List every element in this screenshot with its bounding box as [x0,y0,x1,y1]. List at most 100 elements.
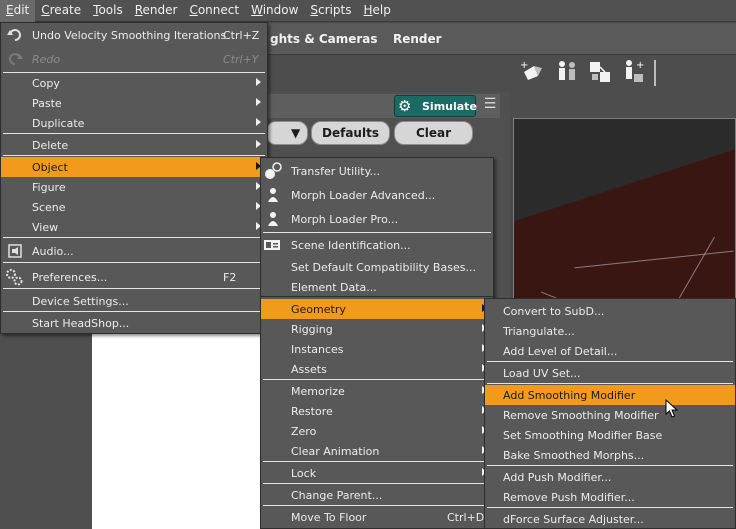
undo-icon [7,29,21,41]
menu-connect[interactable]: Connect [183,0,245,22]
menu-item-zero[interactable]: Zero [261,421,493,441]
menu-item-compat-bases[interactable]: Set Default Compatibility Bases... [261,257,493,277]
viewport-header [510,92,736,118]
menu-item-audio[interactable]: Audio... [1,241,267,261]
menu-item-restore[interactable]: Restore [261,401,493,421]
menu-item-remove-push-modifier[interactable]: Remove Push Modifier... [485,487,735,507]
add-light-icon[interactable]: + [518,58,546,86]
menu-item-load-uv-set[interactable]: Load UV Set... [485,363,735,383]
menu-connect-mnemonic: C [189,3,198,17]
list-icon[interactable]: ☰ [480,96,500,114]
add-push-label: Add Push Modifier... [503,471,612,484]
menu-item-assets[interactable]: Assets [261,359,493,379]
menu-separator [263,461,491,462]
figure-transfer-icon[interactable]: + [619,58,647,86]
menu-item-scene-identification[interactable]: Scene Identification... [261,235,493,255]
menu-item-delete[interactable]: Delete [1,135,267,155]
menu-tools[interactable]: Tools [87,0,129,22]
node-hierarchy-icon[interactable] [586,58,614,86]
scene-id-card-icon [264,240,280,250]
add-lod-label: Add Level of Detail... [503,345,618,358]
svg-text:+: + [636,60,644,71]
clear-button[interactable]: Clear [394,121,473,145]
menu-item-move-to-floor[interactable]: Move To Floor Ctrl+D [261,507,493,527]
menu-item-geometry[interactable]: Geometry [261,299,493,319]
remove-smoothing-label: Remove Smoothing Modifier [503,409,659,422]
menu-item-paste[interactable]: Paste [1,93,267,113]
menu-item-morph-loader-pro[interactable]: Morph Loader Pro... [261,209,493,229]
menu-item-change-parent[interactable]: Change Parent... [261,485,493,505]
tab-lights-cameras[interactable]: ghts & Cameras [270,32,378,46]
convert-subd-label: Convert to SubD... [503,305,605,318]
menu-item-add-level-of-detail[interactable]: Add Level of Detail... [485,341,735,361]
defaults-button[interactable]: Defaults [311,121,390,145]
preset-dropdown-button[interactable]: ▼ [266,121,308,145]
menu-separator [263,505,491,506]
memorize-label: Memorize [291,385,345,398]
menu-item-bake-smoothed-morphs[interactable]: Bake Smoothed Morphs... [485,445,735,465]
menu-item-dforce-surface-adjuster[interactable]: dForce Surface Adjuster... [485,509,735,529]
menu-item-triangulate[interactable]: Triangulate... [485,321,735,341]
gears-icon [6,269,23,286]
view-label: View [32,221,59,234]
menu-item-view[interactable]: View [1,217,267,237]
menu-item-duplicate[interactable]: Duplicate [1,113,267,133]
menu-separator [3,288,265,289]
edit-menu: Undo Velocity Smoothing Iterations Ctrl+… [0,22,268,334]
content-area [92,330,262,529]
menu-edit[interactable]: Edit [0,0,36,22]
menu-item-copy[interactable]: Copy [1,73,267,93]
redo-label: Redo [32,53,61,66]
menu-help[interactable]: Help [358,0,397,22]
copy-label: Copy [32,77,60,90]
menu-item-element-data[interactable]: Element Data... [261,277,493,297]
menu-item-remove-smoothing-modifier[interactable]: Remove Smoothing Modifier [485,405,735,425]
menu-separator [487,507,733,508]
menu-item-morph-loader-advanced[interactable]: Morph Loader Advanced... [261,185,493,205]
restore-label: Restore [291,405,333,418]
menu-item-preferences[interactable]: Preferences... F2 [1,267,267,287]
menu-separator [3,237,265,238]
undo-shortcut: Ctrl+Z [223,29,260,42]
menu-window[interactable]: Window [245,0,304,22]
redo-shortcut: Ctrl+Y [223,53,259,66]
menu-item-undo[interactable]: Undo Velocity Smoothing Iterations Ctrl+… [1,25,267,45]
menu-item-scene[interactable]: Scene [1,197,267,217]
simulate-label: Simulate [422,100,477,113]
menu-item-add-push-modifier[interactable]: Add Push Modifier... [485,467,735,487]
move-to-floor-label: Move To Floor [291,511,367,524]
geometry-submenu: Convert to SubD... Triangulate... Add Le… [484,298,736,529]
mouse-cursor-icon [665,399,679,418]
menu-create[interactable]: Create [35,0,87,22]
menu-render[interactable]: Render [129,0,184,22]
assets-label: Assets [291,363,327,376]
scene-identification-label: Scene Identification... [291,239,411,252]
tab-render[interactable]: Render [393,32,442,46]
menu-connect-rest: onnect [197,3,240,17]
add-smoothing-label: Add Smoothing Modifier [503,389,636,402]
menu-scripts-rest: cripts [318,3,352,17]
menu-item-memorize[interactable]: Memorize [261,381,493,401]
menu-item-rigging[interactable]: Rigging [261,319,493,339]
preferences-shortcut: F2 [223,271,237,284]
menu-item-start-headshop[interactable]: Start HeadShop... [1,313,267,333]
menu-item-object[interactable]: Object [1,157,267,177]
menu-help-mnemonic: H [363,3,373,17]
headshop-label: Start HeadShop... [32,317,130,330]
menu-item-transfer-utility[interactable]: Transfer Utility... [261,161,493,181]
menu-item-convert-subd[interactable]: Convert to SubD... [485,301,735,321]
menu-item-device-settings[interactable]: Device Settings... [1,291,267,311]
menu-item-clear-animation[interactable]: Clear Animation [261,441,493,461]
menu-window-mnemonic: W [251,3,263,17]
figure-group-icon[interactable] [553,58,581,86]
clear-animation-label: Clear Animation [291,445,380,458]
menu-item-set-smoothing-base[interactable]: Set Smoothing Modifier Base [485,425,735,445]
morph-loader-pro-icon [268,212,278,226]
chevron-down-icon: ▼ [291,126,301,140]
menu-scripts[interactable]: Scripts [304,0,357,22]
menu-item-instances[interactable]: Instances [261,339,493,359]
menu-item-add-smoothing-modifier[interactable]: Add Smoothing Modifier [485,385,735,405]
menu-item-figure[interactable]: Figure [1,177,267,197]
menu-item-lock[interactable]: Lock [261,463,493,483]
simulate-button[interactable]: ⚙ Simulate [394,95,477,117]
